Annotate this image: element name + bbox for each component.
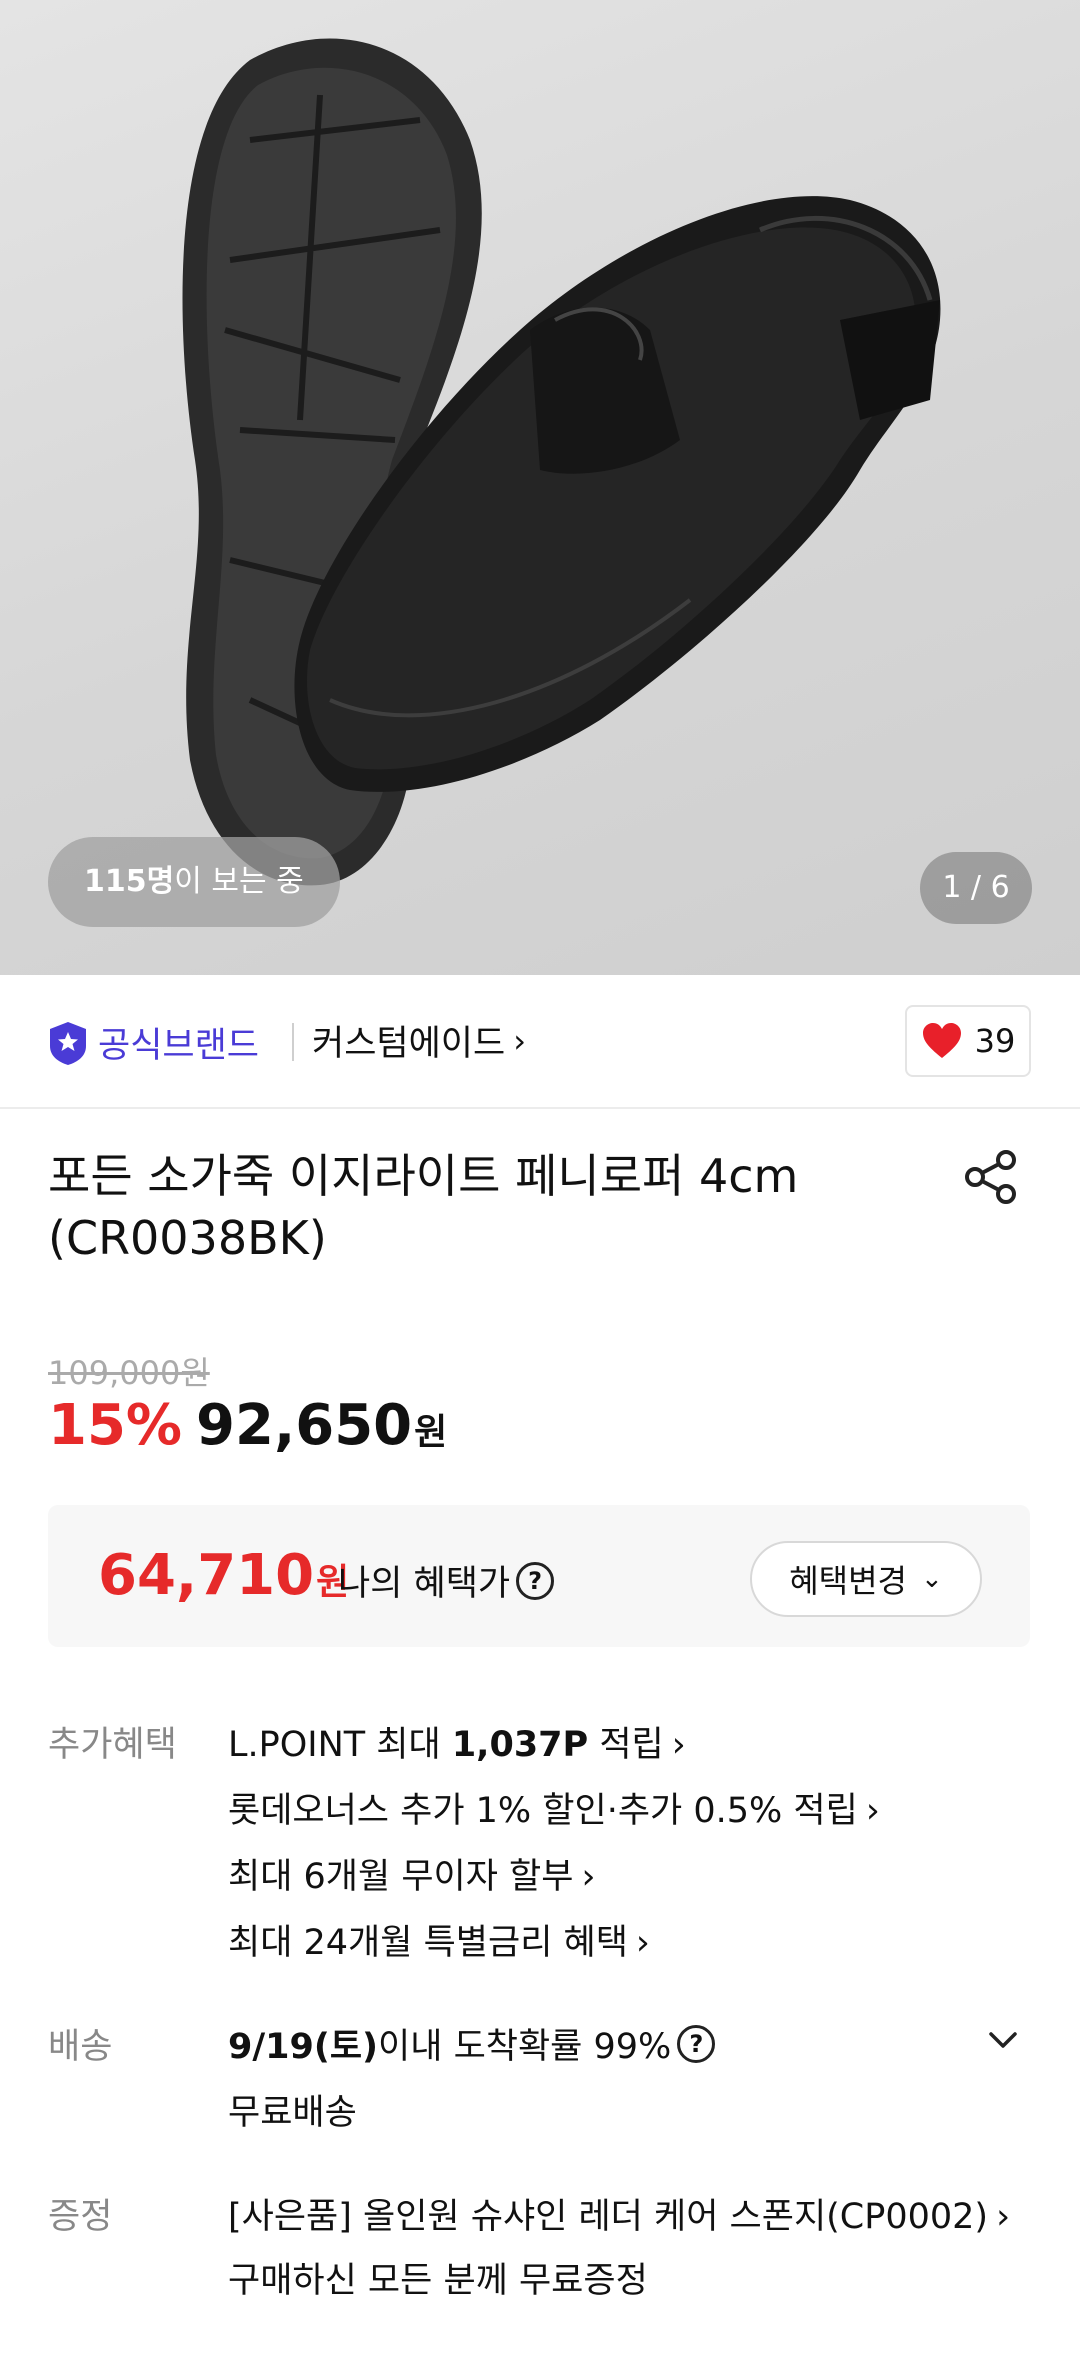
shipping-probability: 이내 도착확률 99% <box>378 2027 672 2067</box>
help-icon[interactable]: ? <box>516 1561 555 1600</box>
viewers-count: 115명 <box>84 864 175 899</box>
brand-link[interactable]: 커스텀에이드 › <box>312 1015 526 1066</box>
sale-price-row: 15% 92,650 원 <box>48 1393 447 1458</box>
brand-row: 공식브랜드 커스텀에이드 › 39 <box>0 975 1080 1109</box>
installment-text: 최대 6개월 무이자 할부 <box>228 1857 574 1897</box>
chevron-down-icon: ⌄ <box>920 1564 943 1594</box>
product-image-carousel[interactable]: 115명이 보는 중 1 / 6 <box>0 0 1080 975</box>
brand-name: 커스텀에이드 <box>312 1024 506 1064</box>
benefit-price: 64,710 원 <box>98 1543 349 1608</box>
chevron-right-icon: › <box>513 1021 526 1060</box>
original-price: 109,000원 <box>48 1354 210 1392</box>
installment-benefit-link[interactable]: 최대 6개월 무이자 할부 › <box>228 1848 595 1899</box>
lotte-owners-text: 롯데오너스 추가 1% 할인·추가 0.5% 적립 <box>228 1791 858 1831</box>
chevron-right-icon: › <box>635 1923 650 1963</box>
chevron-down-icon[interactable] <box>985 2022 1021 2058</box>
discount-rate: 15% <box>48 1393 183 1458</box>
viewers-suffix: 이 보는 중 <box>174 864 304 899</box>
loafer-shoe-image <box>182 38 941 886</box>
share-icon[interactable] <box>962 1148 1020 1206</box>
gift-text: [사은품] 올인원 슈샤인 레더 케어 스폰지(CP0002) <box>228 2197 989 2237</box>
chevron-right-icon: › <box>865 1791 880 1831</box>
special-rate-text: 최대 24개월 특별금리 혜택 <box>228 1923 628 1963</box>
sale-price: 92,650 <box>196 1393 413 1458</box>
lpoint-benefit-link[interactable]: L.POINT 최대 1,037P 적립 › <box>228 1716 686 1767</box>
official-brand-label: 공식브랜드 <box>98 1026 260 1066</box>
change-benefit-button[interactable]: 혜택변경 ⌄ <box>750 1541 982 1617</box>
shipping-label: 배송 <box>48 2027 113 2067</box>
image-pager: 1 / 6 <box>920 852 1032 924</box>
shipping-eta: 9/19(토) 이내 도착확률 99% ? <box>228 2018 716 2069</box>
chevron-right-icon: › <box>581 1857 596 1897</box>
lpoint-text: L.POINT 최대 <box>228 1725 452 1765</box>
divider <box>292 1023 294 1061</box>
help-icon[interactable]: ? <box>677 2024 716 2063</box>
product-title: 포든 소가죽 이지라이트 페니로퍼 4cm (CR0038BK) <box>48 1149 799 1265</box>
gift-label: 증정 <box>48 2197 113 2237</box>
chevron-right-icon: › <box>671 1725 686 1765</box>
viewers-badge: 115명이 보는 중 <box>48 837 340 927</box>
change-benefit-label: 혜택변경 <box>789 1562 907 1600</box>
benefit-amount: 64,710 <box>98 1543 315 1608</box>
like-count: 39 <box>974 1022 1016 1060</box>
benefit-label-text: 나의 혜택가 <box>338 1564 511 1604</box>
heart-icon <box>922 1023 961 1058</box>
lpoint-suffix: 적립 <box>588 1725 664 1765</box>
special-rate-benefit-link[interactable]: 최대 24개월 특별금리 혜택 › <box>228 1914 650 1965</box>
lpoint-amount: 1,037P <box>451 1725 589 1765</box>
extra-benefits-label: 추가혜택 <box>48 1725 177 1765</box>
gift-description: 구매하신 모든 분께 무료증정 <box>228 2261 648 2301</box>
chevron-right-icon: › <box>996 2197 1011 2237</box>
gift-link[interactable]: [사은품] 올인원 슈샤인 레더 케어 스폰지(CP0002) › <box>228 2188 1010 2239</box>
benefit-label: 나의 혜택가 ? <box>338 1555 555 1606</box>
lotte-owners-benefit-link[interactable]: 롯데오너스 추가 1% 할인·추가 0.5% 적립 › <box>228 1782 880 1833</box>
official-brand-badge: 공식브랜드 <box>48 1017 259 1068</box>
shield-star-icon <box>50 1021 86 1065</box>
my-benefit-box: 64,710 원 나의 혜택가 ? 혜택변경 ⌄ <box>48 1505 1030 1647</box>
shipping-date: 9/19(토) <box>228 2027 379 2067</box>
sale-price-unit: 원 <box>414 1412 448 1453</box>
free-shipping: 무료배송 <box>228 2093 357 2133</box>
like-button[interactable]: 39 <box>905 1005 1031 1077</box>
